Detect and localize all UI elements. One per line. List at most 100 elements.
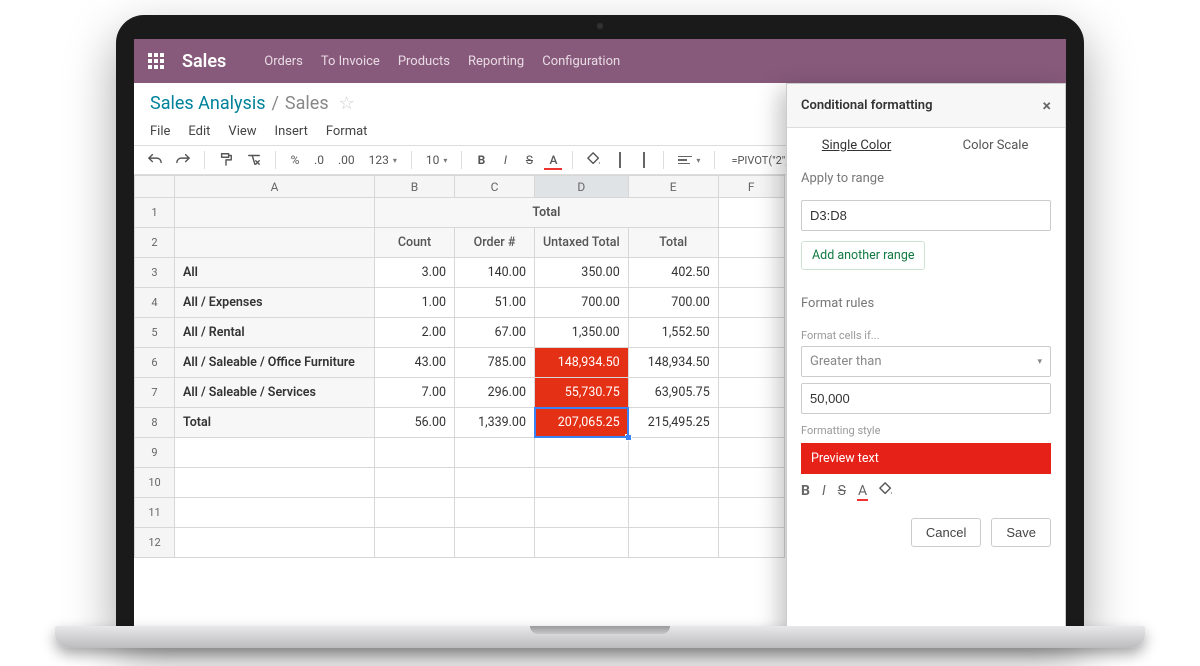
cell[interactable] bbox=[175, 528, 375, 558]
cell[interactable] bbox=[718, 348, 784, 378]
range-input[interactable] bbox=[801, 200, 1051, 231]
style-fillcolor-icon[interactable] bbox=[879, 482, 893, 500]
add-range-button[interactable]: Add another range bbox=[801, 241, 925, 270]
cell[interactable] bbox=[628, 468, 718, 498]
cell[interactable] bbox=[175, 468, 375, 498]
nav-products[interactable]: Products bbox=[398, 54, 450, 69]
row-header[interactable]: 9 bbox=[135, 438, 175, 468]
style-italic-button[interactable]: I bbox=[822, 483, 826, 499]
cell[interactable] bbox=[375, 528, 455, 558]
borders-icon[interactable] bbox=[611, 151, 629, 169]
cell[interactable] bbox=[718, 438, 784, 468]
decrease-decimal[interactable]: .0 bbox=[310, 151, 328, 169]
data-cell[interactable]: 67.00 bbox=[455, 318, 535, 348]
data-cell[interactable]: 3.00 bbox=[375, 258, 455, 288]
data-cell[interactable]: 1,350.00 bbox=[535, 318, 629, 348]
breadcrumb-root[interactable]: Sales Analysis bbox=[150, 93, 265, 114]
data-cell[interactable]: 63,905.75 bbox=[628, 378, 718, 408]
italic-button[interactable]: I bbox=[496, 151, 514, 169]
cell[interactable] bbox=[535, 498, 629, 528]
cell[interactable] bbox=[718, 258, 784, 288]
row-header[interactable]: 11 bbox=[135, 498, 175, 528]
cell[interactable] bbox=[535, 468, 629, 498]
cell[interactable] bbox=[455, 438, 535, 468]
tab-single-color[interactable]: Single Color bbox=[787, 138, 926, 153]
nav-configuration[interactable]: Configuration bbox=[542, 54, 620, 69]
fill-color-icon[interactable] bbox=[583, 150, 605, 171]
data-cell[interactable]: 55,730.75 bbox=[535, 378, 629, 408]
menu-view[interactable]: View bbox=[228, 124, 256, 139]
selection-handle[interactable] bbox=[625, 434, 632, 441]
menu-file[interactable]: File bbox=[150, 124, 170, 139]
data-cell[interactable]: 700.00 bbox=[628, 288, 718, 318]
threshold-input[interactable] bbox=[801, 383, 1051, 414]
row-label[interactable]: Total bbox=[175, 408, 375, 438]
column-header[interactable]: D bbox=[535, 176, 629, 198]
row-header[interactable]: 2 bbox=[135, 228, 175, 258]
column-header[interactable]: C bbox=[455, 176, 535, 198]
cell[interactable] bbox=[718, 498, 784, 528]
row-header[interactable]: 6 bbox=[135, 348, 175, 378]
data-cell[interactable]: 140.00 bbox=[455, 258, 535, 288]
cell[interactable] bbox=[628, 498, 718, 528]
cell[interactable] bbox=[718, 468, 784, 498]
data-cell[interactable]: 2.00 bbox=[375, 318, 455, 348]
row-header[interactable]: 1 bbox=[135, 198, 175, 228]
cancel-button[interactable]: Cancel bbox=[911, 518, 981, 547]
row-label[interactable]: All / Expenses bbox=[175, 288, 375, 318]
cell[interactable] bbox=[718, 198, 784, 228]
favorite-star-icon[interactable]: ☆ bbox=[339, 93, 355, 114]
row-header[interactable]: 5 bbox=[135, 318, 175, 348]
cell[interactable] bbox=[718, 528, 784, 558]
style-strike-button[interactable]: S bbox=[838, 483, 846, 499]
cell[interactable] bbox=[628, 438, 718, 468]
column-header[interactable]: A bbox=[175, 176, 375, 198]
apps-icon[interactable] bbox=[148, 53, 164, 69]
undo-icon[interactable] bbox=[144, 150, 166, 171]
row-header[interactable]: 8 bbox=[135, 408, 175, 438]
data-cell[interactable]: 215,495.25 bbox=[628, 408, 718, 438]
data-cell[interactable]: 785.00 bbox=[455, 348, 535, 378]
increase-decimal[interactable]: .00 bbox=[334, 151, 359, 169]
style-textcolor-button[interactable]: A bbox=[858, 483, 867, 499]
cell[interactable] bbox=[455, 468, 535, 498]
cell[interactable] bbox=[375, 438, 455, 468]
data-cell[interactable]: 296.00 bbox=[455, 378, 535, 408]
data-cell[interactable]: 7.00 bbox=[375, 378, 455, 408]
save-button[interactable]: Save bbox=[991, 518, 1051, 547]
menu-insert[interactable]: Insert bbox=[275, 124, 308, 139]
strikethrough-button[interactable]: S bbox=[520, 151, 538, 169]
row-header[interactable]: 10 bbox=[135, 468, 175, 498]
menu-format[interactable]: Format bbox=[326, 124, 368, 139]
data-cell[interactable]: 350.00 bbox=[535, 258, 629, 288]
cell[interactable] bbox=[455, 498, 535, 528]
close-icon[interactable]: × bbox=[1043, 96, 1052, 115]
pivot-column-header[interactable]: Count bbox=[375, 228, 455, 258]
horizontal-align-icon[interactable] bbox=[674, 154, 704, 167]
clear-format-icon[interactable] bbox=[243, 150, 265, 171]
paint-format-icon[interactable] bbox=[215, 150, 237, 171]
cell[interactable] bbox=[175, 228, 375, 258]
nav-reporting[interactable]: Reporting bbox=[468, 54, 524, 69]
column-header[interactable] bbox=[135, 176, 175, 198]
menu-edit[interactable]: Edit bbox=[188, 124, 210, 139]
data-cell[interactable]: 51.00 bbox=[455, 288, 535, 318]
row-label[interactable]: All / Saleable / Services bbox=[175, 378, 375, 408]
cell[interactable] bbox=[718, 318, 784, 348]
cell[interactable] bbox=[175, 498, 375, 528]
data-cell[interactable]: 43.00 bbox=[375, 348, 455, 378]
cell[interactable] bbox=[455, 528, 535, 558]
pivot-column-header[interactable]: Order # bbox=[455, 228, 535, 258]
cell[interactable] bbox=[718, 288, 784, 318]
data-cell[interactable]: 1.00 bbox=[375, 288, 455, 318]
cell[interactable] bbox=[375, 498, 455, 528]
pivot-total-header[interactable]: Total bbox=[375, 198, 719, 228]
font-size-select[interactable]: 10 bbox=[422, 151, 452, 169]
data-cell[interactable]: 148,934.50 bbox=[535, 348, 629, 378]
data-cell[interactable]: 1,552.50 bbox=[628, 318, 718, 348]
nav-to-invoice[interactable]: To Invoice bbox=[321, 54, 380, 69]
row-header[interactable]: 12 bbox=[135, 528, 175, 558]
style-bold-button[interactable]: B bbox=[801, 483, 810, 499]
cell[interactable] bbox=[718, 408, 784, 438]
row-label[interactable]: All / Rental bbox=[175, 318, 375, 348]
